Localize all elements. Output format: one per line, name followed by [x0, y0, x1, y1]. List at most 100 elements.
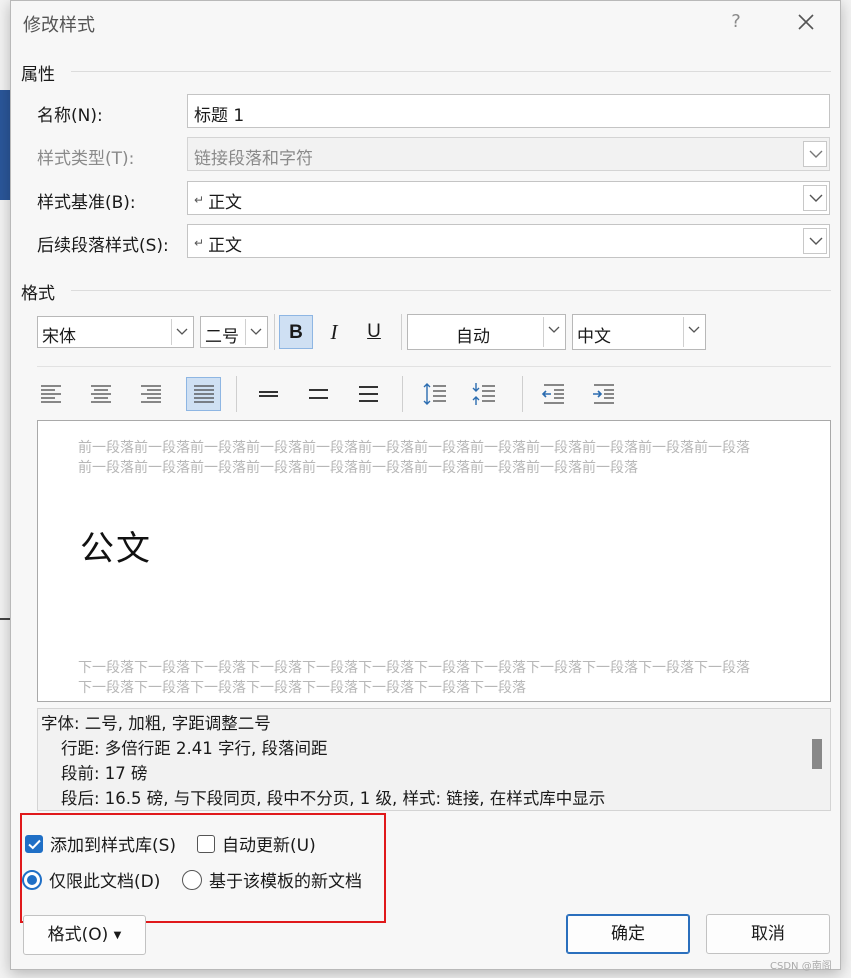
style-type-select: 链接段落和字符 — [187, 137, 830, 171]
font-size-dropdown[interactable] — [245, 319, 265, 345]
only-this-document-label: 仅限此文档(D) — [49, 872, 161, 892]
align-right-button[interactable] — [135, 378, 167, 410]
properties-section-label: 属性 — [21, 65, 55, 85]
format-menu-button[interactable]: 格式(O) ▼ — [23, 915, 146, 955]
only-this-document-radio[interactable]: 仅限此文档(D) — [22, 867, 160, 892]
double-spacing-button[interactable] — [352, 378, 384, 410]
next-style-dropdown[interactable] — [803, 228, 827, 254]
name-value: 标题 1 — [194, 106, 245, 126]
bold-button[interactable]: B — [279, 315, 313, 349]
style-description: 字体: 二号, 加粗, 字距调整二号 行距: 多倍行距 2.41 字行, 段落间… — [37, 708, 831, 811]
align-left-button[interactable] — [35, 378, 67, 410]
chevron-down-icon — [250, 328, 262, 335]
format-menu-label: 格式(O) — [47, 925, 109, 945]
font-color-select[interactable]: 自动 — [407, 314, 566, 350]
add-to-gallery-checkbox[interactable]: 添加到样式库(S) — [25, 831, 176, 856]
align-center-icon — [91, 385, 111, 403]
increase-indent-button[interactable] — [588, 378, 620, 410]
align-left-icon — [41, 385, 61, 403]
style-type-dropdown — [803, 141, 827, 167]
font-dropdown[interactable] — [171, 319, 191, 345]
font-color-value: 自动 — [456, 327, 490, 347]
spacing-decrease-icon — [472, 383, 495, 405]
decrease-indent-button[interactable] — [538, 378, 570, 410]
script-dropdown[interactable] — [683, 317, 703, 347]
format-section-label: 格式 — [21, 284, 55, 304]
description-scrollbar[interactable] — [812, 739, 822, 769]
font-size-value: 二号 — [205, 327, 239, 347]
help-button[interactable]: ? — [721, 7, 751, 37]
description-line: 行距: 多倍行距 2.41 字行, 段落间距 — [61, 739, 328, 758]
paragraph-mark-icon: ↵ — [194, 236, 205, 250]
chevron-down-icon — [548, 326, 560, 333]
based-on-value: 正文 — [208, 193, 243, 213]
single-spacing-button[interactable] — [252, 378, 284, 410]
based-on-select[interactable]: ↵ 正文 — [187, 181, 830, 215]
next-style-select[interactable]: ↵ 正文 — [187, 224, 830, 258]
font-value: 宋体 — [42, 327, 76, 347]
dropdown-arrow-icon: ▼ — [113, 930, 122, 941]
underline-button[interactable]: U — [357, 315, 391, 349]
style-type-label: 样式类型(T): — [37, 149, 135, 169]
chevron-down-icon — [809, 194, 823, 202]
style-preview: 前一段落前一段落前一段落前一段落前一段落前一段落前一段落前一段落前一段落前一段落… — [37, 420, 831, 702]
next-paragraph-text: 下一段落下一段落下一段落下一段落下一段落下一段落下一段落下一段落下一段落下一段落… — [78, 660, 750, 696]
ok-button[interactable]: 确定 — [566, 914, 690, 954]
new-docs-template-radio[interactable]: 基于该模板的新文档 — [182, 867, 362, 892]
justify-button[interactable] — [186, 377, 221, 411]
description-line: 段前: 17 磅 — [61, 764, 148, 783]
spacing-increase-icon — [423, 383, 446, 405]
checkbox-unchecked[interactable] — [197, 834, 215, 853]
font-select[interactable]: 宋体 — [37, 316, 194, 348]
italic-button[interactable]: I — [317, 315, 351, 349]
name-label: 名称(N): — [37, 106, 103, 126]
one-half-spacing-button[interactable] — [302, 378, 334, 410]
preview-sample-text: 公文 — [80, 529, 152, 569]
space-before-increase-button[interactable] — [419, 378, 451, 410]
checkmark-icon — [28, 839, 41, 849]
checkbox-checked[interactable] — [25, 834, 43, 853]
toolbar-separator — [401, 314, 402, 350]
chevron-down-icon — [809, 237, 823, 245]
next-style-label: 后续段落样式(S): — [37, 236, 169, 256]
toolbar-separator — [236, 376, 237, 412]
style-type-value: 链接段落和字符 — [194, 149, 313, 169]
align-center-button[interactable] — [85, 378, 117, 410]
based-on-dropdown[interactable] — [803, 185, 827, 211]
auto-update-checkbox[interactable]: 自动更新(U) — [197, 831, 316, 856]
one-half-spacing-icon — [309, 389, 328, 399]
dialog-title: 修改样式 — [23, 15, 95, 36]
decrease-indent-icon — [541, 384, 564, 404]
watermark: CSDN @南阁 — [770, 961, 832, 972]
cancel-button[interactable]: 取消 — [706, 914, 830, 954]
font-color-dropdown[interactable] — [543, 317, 563, 347]
chevron-down-icon — [176, 328, 188, 335]
title-bar: 修改样式 ? — [11, 1, 840, 45]
section-divider — [71, 71, 831, 72]
modify-style-dialog: 修改样式 ? 属性 名称(N): 标题 1 样式类型(T): 链接段落和字符 样… — [10, 0, 841, 970]
name-field[interactable]: 标题 1 — [187, 94, 830, 128]
toolbar-divider — [37, 366, 831, 367]
paragraph-mark-icon: ↵ — [194, 193, 205, 207]
close-button[interactable] — [791, 7, 821, 37]
description-line: 段后: 16.5 磅, 与下段同页, 段中不分页, 1 级, 样式: 链接, 在… — [61, 789, 606, 808]
new-docs-template-label: 基于该模板的新文档 — [209, 872, 362, 892]
toolbar-separator — [402, 376, 403, 412]
double-spacing-icon — [359, 386, 378, 402]
toolbar-separator — [274, 314, 275, 350]
radio-selected[interactable] — [22, 869, 42, 890]
next-style-value: 正文 — [208, 236, 243, 256]
space-before-decrease-button[interactable] — [468, 378, 500, 410]
font-size-select[interactable]: 二号 — [200, 316, 268, 348]
justify-icon — [194, 385, 214, 403]
chevron-down-icon — [809, 150, 823, 158]
script-select[interactable]: 中文 — [572, 314, 706, 350]
increase-indent-icon — [593, 384, 614, 404]
chevron-down-icon — [688, 326, 700, 333]
description-line: 字体: 二号, 加粗, 字距调整二号 — [41, 714, 271, 733]
auto-update-label: 自动更新(U) — [222, 836, 316, 856]
radio-unselected[interactable] — [182, 869, 202, 890]
close-icon — [798, 14, 814, 30]
previous-paragraph-text: 前一段落前一段落前一段落前一段落前一段落前一段落前一段落前一段落前一段落前一段落… — [78, 440, 750, 476]
align-right-icon — [141, 385, 161, 403]
